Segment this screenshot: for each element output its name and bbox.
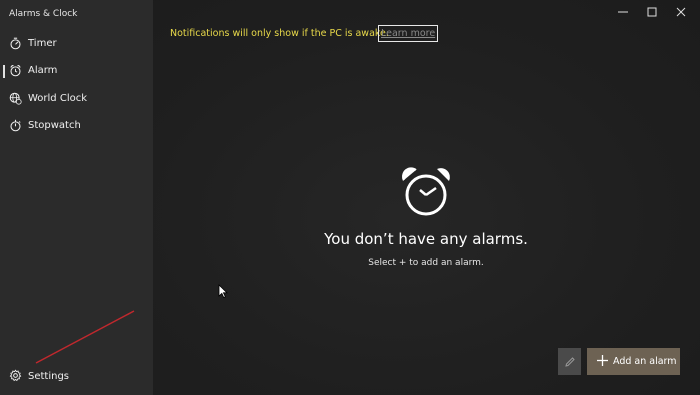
minimize-icon bbox=[618, 11, 628, 13]
timer-icon bbox=[10, 37, 21, 50]
sidebar: Alarms & Clock Timer Alarm World Clock S… bbox=[0, 0, 153, 395]
sidebar-item-label: World Clock bbox=[28, 93, 88, 104]
sidebar-item-label: Stopwatch bbox=[28, 120, 81, 131]
mouse-cursor-icon bbox=[218, 284, 228, 298]
pencil-icon bbox=[564, 356, 575, 367]
gear-icon bbox=[9, 369, 22, 382]
close-icon bbox=[676, 7, 686, 17]
settings-label: Settings bbox=[28, 371, 70, 382]
close-button[interactable] bbox=[666, 4, 696, 20]
sidebar-item-alarm[interactable]: Alarm bbox=[0, 58, 153, 85]
sidebar-item-settings[interactable]: Settings bbox=[0, 366, 153, 386]
sidebar-item-world-clock[interactable]: World Clock bbox=[0, 86, 153, 113]
stopwatch-icon bbox=[10, 119, 21, 132]
sidebar-item-timer[interactable]: Timer bbox=[0, 31, 153, 58]
globe-icon bbox=[9, 92, 22, 105]
sidebar-item-label: Alarm bbox=[28, 65, 58, 76]
empty-state-title: You don’t have any alarms. bbox=[324, 230, 528, 248]
alarm-clock-icon bbox=[402, 167, 450, 216]
alarm-icon bbox=[10, 65, 21, 77]
app-title: Alarms & Clock bbox=[9, 9, 78, 19]
maximize-icon bbox=[647, 7, 657, 17]
minimize-button[interactable] bbox=[608, 4, 638, 20]
add-alarm-button[interactable]: Add an alarm bbox=[587, 348, 680, 375]
plus-icon bbox=[597, 355, 608, 366]
notification-warning: Notifications will only show if the PC i… bbox=[170, 28, 389, 39]
learn-more-link[interactable]: Learn more bbox=[378, 25, 439, 42]
maximize-button[interactable] bbox=[637, 4, 667, 20]
selection-indicator bbox=[3, 65, 5, 78]
sidebar-item-stopwatch[interactable]: Stopwatch bbox=[0, 113, 153, 140]
edit-alarms-button[interactable] bbox=[558, 348, 581, 375]
add-alarm-label: Add an alarm bbox=[613, 356, 677, 367]
sidebar-item-label: Timer bbox=[28, 38, 57, 49]
empty-state-subtitle: Select + to add an alarm. bbox=[368, 258, 484, 268]
